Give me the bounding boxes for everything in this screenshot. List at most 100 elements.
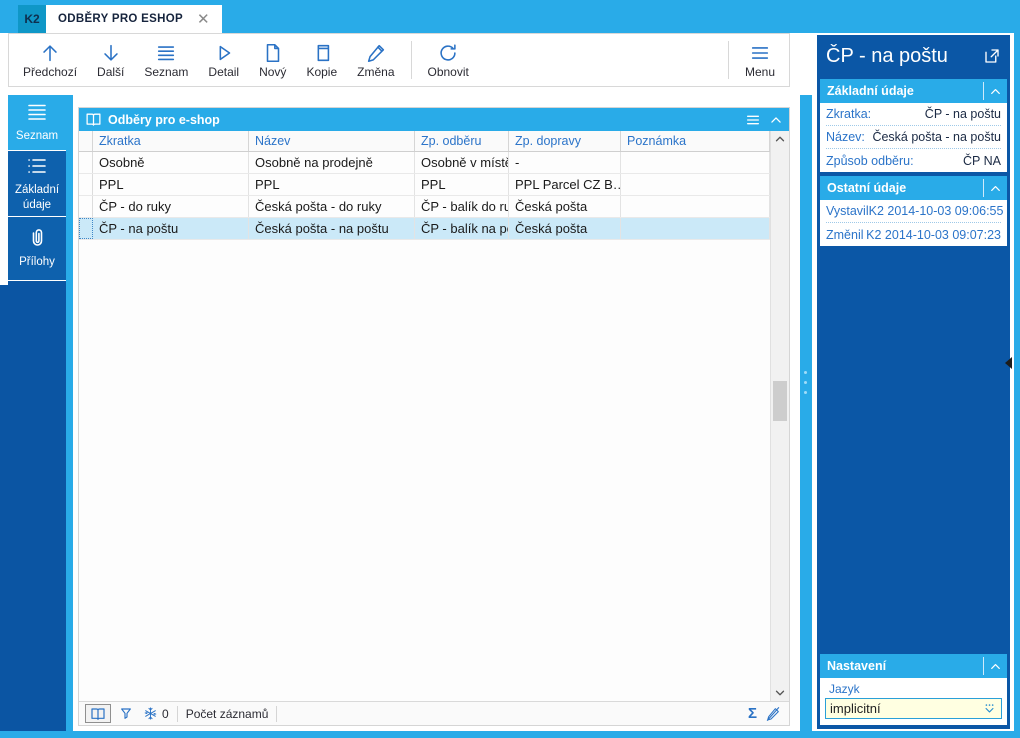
table-cell bbox=[621, 196, 770, 217]
jazyk-label: Jazyk bbox=[829, 682, 1002, 696]
table-cell: Česká pošta - do ruky bbox=[249, 196, 415, 217]
pencil-off-icon bbox=[765, 706, 781, 722]
table-cell bbox=[621, 218, 770, 239]
tab-odbery-pro-eshop[interactable]: ODBĚRY PRO ESHOP ✕ bbox=[46, 5, 222, 33]
splitter-grip[interactable] bbox=[804, 371, 807, 394]
section-header-nastaveni[interactable]: Nastavení bbox=[820, 654, 1007, 678]
snowflake-icon[interactable] bbox=[143, 706, 158, 721]
field-value: ČP - na poštu bbox=[925, 107, 1001, 121]
hamburger4-icon bbox=[25, 100, 49, 124]
menu-button[interactable]: Menu bbox=[735, 37, 785, 83]
predchozi-button[interactable]: Předchozí bbox=[13, 37, 87, 83]
panel-collapse-arrow-icon[interactable] bbox=[1005, 357, 1012, 369]
hamburger3-icon bbox=[749, 42, 771, 64]
chevron-up-icon[interactable] bbox=[983, 179, 1007, 197]
sidebar-item-seznam[interactable]: Seznam bbox=[8, 95, 66, 151]
chevron-up-icon[interactable] bbox=[769, 113, 783, 127]
toolbar-button-label: Změna bbox=[357, 65, 394, 79]
arrow-up-icon bbox=[39, 42, 61, 64]
column-header-1[interactable]: Zkratka bbox=[93, 131, 249, 151]
scrollbar-thumb[interactable] bbox=[773, 381, 787, 421]
table-row[interactable]: OsobněOsobně na prodejněOsobně v místě…- bbox=[79, 152, 770, 174]
combo-dropdown-icon[interactable] bbox=[982, 701, 997, 716]
toolbar-separator bbox=[411, 41, 412, 79]
table-cell: ČP - na poštu bbox=[93, 218, 249, 239]
chevron-up-icon[interactable] bbox=[983, 82, 1007, 100]
records-table-panel: Odběry pro e-shop ZkratkaNázevZp. odběru… bbox=[78, 107, 790, 726]
section-header[interactable]: Ostatní údaje bbox=[820, 176, 1007, 200]
detail-button[interactable]: Detail bbox=[198, 37, 249, 83]
section-title: Nastavení bbox=[827, 659, 983, 673]
scroll-down-icon[interactable] bbox=[771, 685, 789, 701]
toolbar-separator bbox=[728, 41, 729, 79]
table-row-selected[interactable]: ČP - na poštuČeská pošta - na poštuČP - … bbox=[79, 218, 770, 240]
triangle-right-icon bbox=[213, 42, 235, 64]
table-cell: ČP - balík na po bbox=[415, 218, 509, 239]
field-value: Česká pošta - na poštu bbox=[872, 130, 1001, 144]
scroll-up-icon[interactable] bbox=[771, 131, 789, 147]
obnovit-button[interactable]: Obnovit bbox=[418, 37, 479, 83]
sidebar-item-label: Seznam bbox=[16, 129, 58, 143]
toolbar-button-label: Kopie bbox=[306, 65, 337, 79]
table-cell: PPL bbox=[249, 174, 415, 195]
sidebar-margin bbox=[0, 95, 8, 285]
jazyk-combobox[interactable]: implicitní bbox=[825, 698, 1002, 719]
detail-panel-header: ČP - na poštu bbox=[818, 35, 1009, 77]
k2-application-window: K2 ODBĚRY PRO ESHOP ✕ Předchozí Další Sezn… bbox=[0, 0, 1020, 738]
list-dots-icon bbox=[25, 154, 49, 178]
table-cell: Osobně v místě… bbox=[415, 152, 509, 173]
kopie-button[interactable]: Kopie bbox=[296, 37, 347, 83]
field-value: K2 2014-10-03 09:06:55 bbox=[869, 204, 1004, 218]
record-count-label: Počet záznamů bbox=[186, 707, 269, 721]
sidebar-items: Seznam ZákladníúdajePřílohy bbox=[8, 95, 66, 281]
close-icon[interactable]: ✕ bbox=[197, 12, 210, 27]
section-nastaveni: Nastavení Jazyk implicitní bbox=[820, 654, 1007, 725]
toolbar-button-label: Obnovit bbox=[428, 65, 469, 79]
funnel-icon[interactable] bbox=[119, 706, 135, 722]
table-grid: ZkratkaNázevZp. odběruZp. dopravyPoznámk… bbox=[79, 131, 770, 701]
seznam-button[interactable]: Seznam bbox=[134, 37, 198, 83]
column-header-4[interactable]: Zp. dopravy bbox=[509, 131, 621, 151]
table-cell: Osobně bbox=[93, 152, 249, 173]
sidebar-item-zakladni-udaje[interactable]: Základníúdaje bbox=[8, 151, 66, 217]
row-marker bbox=[79, 196, 93, 217]
vertical-scrollbar[interactable] bbox=[770, 131, 789, 701]
table-cell: PPL Parcel CZ B… bbox=[509, 174, 621, 195]
table-cell: Česká pošta - na poštu bbox=[249, 218, 415, 239]
table-row[interactable]: ČP - do rukyČeská pošta - do rukyČP - ba… bbox=[79, 196, 770, 218]
novy-button[interactable]: Nový bbox=[249, 37, 296, 83]
detail-title: ČP - na poštu bbox=[826, 45, 983, 68]
dalsi-button[interactable]: Další bbox=[87, 37, 134, 83]
column-header-3[interactable]: Zp. odběru bbox=[415, 131, 509, 151]
hamburger4-icon bbox=[155, 42, 177, 64]
column-header-5[interactable]: Poznámka bbox=[621, 131, 770, 151]
section-header[interactable]: Základní údaje bbox=[820, 79, 1007, 103]
field-row: Způsob odběru:ČP NA bbox=[826, 149, 1001, 172]
sidebar-item-prilohy[interactable]: Přílohy bbox=[8, 217, 66, 281]
toolbar-button-label: Další bbox=[97, 65, 124, 79]
k2-menu-button[interactable]: K2 bbox=[18, 5, 46, 33]
book-view-button[interactable] bbox=[85, 704, 111, 723]
sigma-icon[interactable]: Σ bbox=[748, 705, 757, 722]
table-row[interactable]: PPLPPLPPLPPL Parcel CZ B… bbox=[79, 174, 770, 196]
field-row: Zkratka:ČP - na poštu bbox=[826, 103, 1001, 126]
table-cell bbox=[621, 152, 770, 173]
zmena-button[interactable]: Změna bbox=[347, 37, 404, 83]
chevron-up-icon[interactable] bbox=[983, 657, 1007, 675]
table-cell: PPL bbox=[415, 174, 509, 195]
jazyk-value: implicitní bbox=[830, 701, 982, 716]
row-marker bbox=[79, 152, 93, 173]
field-value: ČP NA bbox=[963, 154, 1001, 168]
field-label: Vystavil bbox=[826, 204, 869, 218]
panel-splitter[interactable] bbox=[800, 95, 812, 731]
field-row: VystavilK2 2014-10-03 09:06:55 bbox=[826, 200, 1001, 223]
field-label: Zkratka: bbox=[826, 107, 925, 121]
table-cell: Česká pošta bbox=[509, 196, 621, 217]
window-right-border bbox=[1014, 33, 1020, 731]
external-link-icon[interactable] bbox=[983, 47, 1001, 65]
field-label: Název: bbox=[826, 130, 872, 144]
column-header-2[interactable]: Název bbox=[249, 131, 415, 151]
table-cell bbox=[621, 174, 770, 195]
hamburger3-icon[interactable] bbox=[745, 112, 761, 128]
arrow-down-icon bbox=[100, 42, 122, 64]
